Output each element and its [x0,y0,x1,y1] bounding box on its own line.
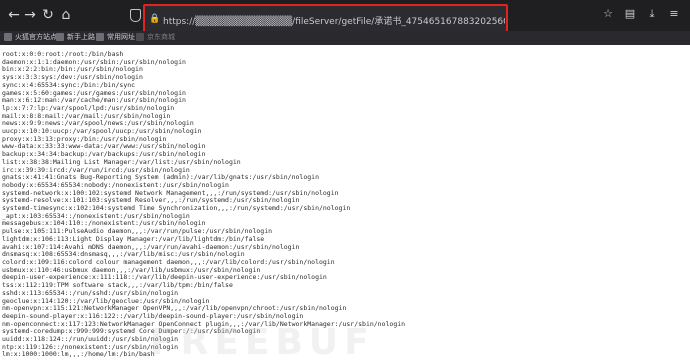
watermark: FREEBUF [150,322,375,363]
bookmark-item[interactable]: 京东商城 [136,32,175,42]
bookmark-item[interactable]: 新手上路 [56,32,95,42]
bookmark-icon [56,33,64,41]
bookmark-icon [4,33,12,41]
bookmark-icon [136,33,144,41]
lock-icon[interactable]: 🔒 [149,14,160,24]
downloads-icon[interactable]: ⤓ [646,8,658,20]
bookmark-item[interactable]: 火狐官方站点 [4,32,57,42]
page-content: root:x:0:0:root:/root:/bin/bash daemon:x:… [0,48,690,362]
back-icon[interactable]: ← [6,7,22,23]
url-text[interactable]: https://▒▒▒▒▒▒▒▒▒▒▒▒▒▒/fileServer/getFil… [163,14,505,27]
menu-icon[interactable]: ≡ [668,8,680,20]
browser-toolbar: ← → ↻ ⌂ 🔒 https://▒▒▒▒▒▒▒▒▒▒▒▒▒▒/fileSer… [0,0,690,35]
bookmark-icon [96,33,104,41]
forward-icon[interactable]: → [22,7,38,23]
bookmark-item[interactable]: 常用网址 [96,32,135,42]
shield-icon[interactable] [130,9,141,22]
collections-icon[interactable]: ▤ [624,8,636,20]
home-icon[interactable]: ⌂ [58,7,74,23]
refresh-icon[interactable]: ↻ [40,7,56,23]
bookmarks-bar: 火狐官方站点 新手上路 常用网址 京东商城 [0,31,690,45]
star-icon[interactable]: ☆ [602,8,614,20]
passwd-file-text: root:x:0:0:root:/root:/bin/bash daemon:x:… [2,50,405,359]
